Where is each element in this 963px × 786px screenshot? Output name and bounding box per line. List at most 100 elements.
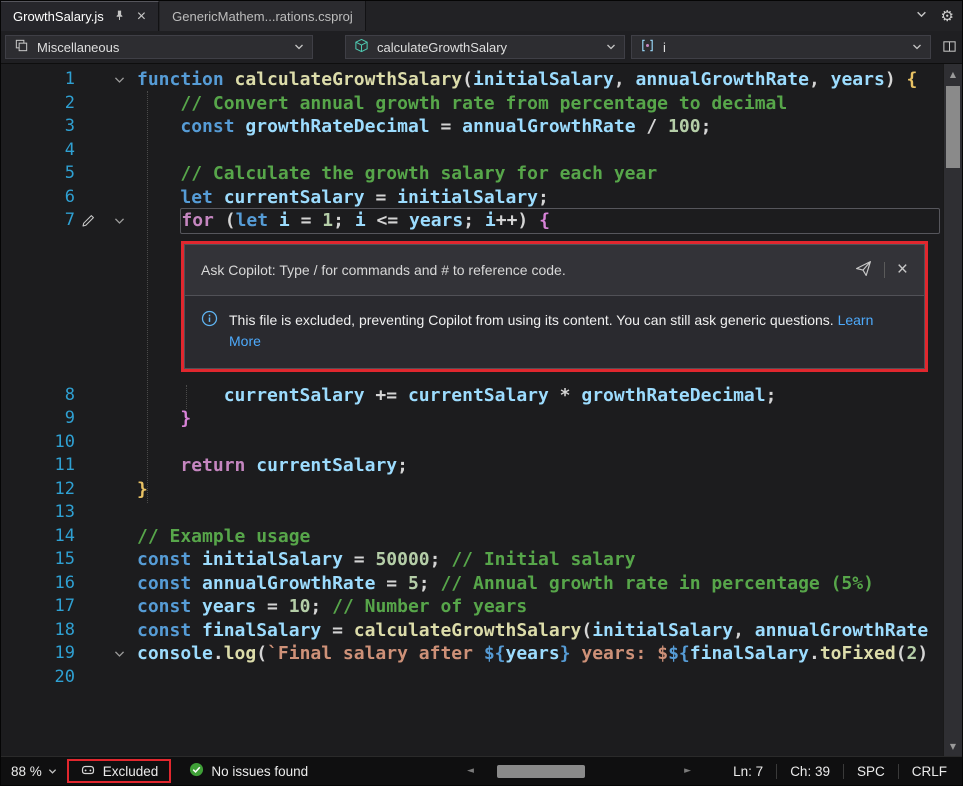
chevron-down-icon xyxy=(912,42,922,52)
vertical-scrollbar-thumb[interactable] xyxy=(946,86,960,168)
code-text[interactable]: // Example usage xyxy=(137,525,310,549)
code-line[interactable]: 17 const years = 10; // Number of years xyxy=(1,595,962,619)
document-health-indicator[interactable]: No issues found xyxy=(189,762,308,780)
line-ending-indicator[interactable]: CRLF xyxy=(899,764,960,779)
code-text[interactable]: currentSalary += currentSalary * growthR… xyxy=(137,384,776,408)
copilot-prompt-input[interactable]: Ask Copilot: Type / for commands and # t… xyxy=(185,245,924,295)
code-line[interactable]: 15const initialSalary = 50000; // Initia… xyxy=(1,548,962,572)
code-text[interactable]: const finalSalary = calculateGrowthSalar… xyxy=(137,619,928,643)
split-editor-icon[interactable] xyxy=(942,39,957,54)
code-text[interactable]: let currentSalary = initialSalary; xyxy=(137,186,549,210)
code-line[interactable]: 10 xyxy=(1,431,962,455)
code-token: 50000 xyxy=(375,549,429,570)
code-token: ; xyxy=(333,210,355,231)
code-text[interactable]: // Convert annual growth rate from perce… xyxy=(137,92,787,116)
code-line[interactable]: 14// Example usage xyxy=(1,525,962,549)
horizontal-scrollbar-track[interactable] xyxy=(477,764,681,779)
code-line[interactable]: 19 console.log(`Final salary after ${year… xyxy=(1,642,962,666)
code-line[interactable]: 16const annualGrowthRate = 5; // Annual … xyxy=(1,572,962,596)
code-token: // Annual growth rate in percentage (5%) xyxy=(440,573,873,594)
code-editor[interactable]: 1function calculateGrowthSalary(initialS… xyxy=(1,64,962,756)
horizontal-scrollbar-thumb[interactable] xyxy=(497,765,585,778)
code-token: return xyxy=(180,455,245,476)
scroll-left-icon[interactable]: ◄ xyxy=(464,766,477,776)
code-token: ${ xyxy=(668,643,690,664)
code-line[interactable]: 5 // Calculate the growth salary for eac… xyxy=(1,162,962,186)
type-dropdown[interactable]: calculateGrowthSalary xyxy=(345,35,625,59)
code-text[interactable]: const years = 10; // Number of years xyxy=(137,595,527,619)
scroll-up-icon[interactable]: ▲ xyxy=(944,66,962,82)
code-line[interactable]: 1function calculateGrowthSalary(initialS… xyxy=(1,68,962,92)
tab-label: GrowthSalary.js xyxy=(13,9,104,24)
copilot-edit-pencil-icon[interactable] xyxy=(75,214,101,228)
code-line[interactable]: 8 currentSalary += currentSalary * growt… xyxy=(1,384,962,408)
code-line[interactable]: 4 xyxy=(1,139,962,163)
code-line[interactable]: 3 const growthRateDecimal = annualGrowth… xyxy=(1,115,962,139)
zoom-chevron-icon[interactable] xyxy=(48,767,57,776)
close-icon[interactable]: × xyxy=(137,9,146,25)
code-text[interactable]: const initialSalary = 50000; // Initial … xyxy=(137,548,636,572)
code-token: ++) xyxy=(496,210,539,231)
code-text[interactable]: function calculateGrowthSalary(initialSa… xyxy=(137,68,917,92)
code-line[interactable]: 20 xyxy=(1,666,962,690)
code-token: 10 xyxy=(289,596,311,617)
code-text[interactable]: return currentSalary; xyxy=(137,454,408,478)
code-token: ; xyxy=(463,210,485,231)
settings-gear-icon[interactable]: ⚙ xyxy=(941,9,954,24)
copilot-status-excluded[interactable]: Excluded xyxy=(67,759,172,783)
line-indicator[interactable]: Ln: 7 xyxy=(720,764,776,779)
pin-icon[interactable] xyxy=(113,9,126,25)
code-token: calculateGrowthSalary xyxy=(354,620,582,641)
chevron-down-icon xyxy=(606,42,616,52)
vertical-scrollbar[interactable]: ▲ ▼ xyxy=(943,64,962,756)
scroll-right-icon[interactable]: ► xyxy=(681,766,694,776)
code-token: calculateGrowthSalary xyxy=(235,69,463,90)
code-line[interactable]: 12} xyxy=(1,478,962,502)
fold-chevron-icon[interactable] xyxy=(101,214,137,227)
code-token: 2 xyxy=(907,643,918,664)
code-line[interactable]: 2 // Convert annual growth rate from per… xyxy=(1,92,962,116)
tab-csproj[interactable]: GenericMathem...rations.csproj xyxy=(160,1,366,31)
line-number: 19 xyxy=(1,642,75,666)
code-token: , xyxy=(809,69,831,90)
code-token: . xyxy=(213,643,224,664)
project-dropdown-value: Miscellaneous xyxy=(37,40,119,55)
code-line[interactable]: 11 return currentSalary; xyxy=(1,454,962,478)
tab-list-chevron-icon[interactable] xyxy=(916,7,927,25)
code-line[interactable]: 18const finalSalary = calculateGrowthSal… xyxy=(1,619,962,643)
fold-chevron-icon[interactable] xyxy=(101,73,137,86)
copilot-inline-chat: Ask Copilot: Type / for commands and # t… xyxy=(184,244,925,369)
code-token xyxy=(191,596,202,617)
code-token: 100 xyxy=(668,116,701,137)
member-dropdown[interactable]: i xyxy=(631,35,931,59)
zoom-level[interactable]: 88 % xyxy=(1,764,48,779)
column-indicator[interactable]: Ch: 39 xyxy=(777,764,843,779)
code-text[interactable]: } xyxy=(137,478,148,502)
project-dropdown[interactable]: Miscellaneous xyxy=(5,35,313,59)
code-line[interactable]: 9 } xyxy=(1,407,962,431)
code-text[interactable]: const growthRateDecimal = annualGrowthRa… xyxy=(137,115,711,139)
code-text[interactable]: console.log(`Final salary after ${years}… xyxy=(137,642,928,666)
code-line[interactable]: 6 let currentSalary = initialSalary; xyxy=(1,186,962,210)
code-text[interactable]: for (let i = 1; i <= years; i++) { xyxy=(137,208,940,234)
fold-chevron-icon[interactable] xyxy=(101,647,137,660)
copilot-prompt-placeholder: Ask Copilot: Type / for commands and # t… xyxy=(201,262,566,278)
tab-growthsalary[interactable]: GrowthSalary.js × xyxy=(1,1,159,31)
code-token: . xyxy=(809,643,820,664)
close-icon[interactable]: × xyxy=(897,260,908,279)
code-text[interactable]: } xyxy=(137,407,191,431)
whitespace-indicator[interactable]: SPC xyxy=(844,764,898,779)
scroll-down-icon[interactable]: ▼ xyxy=(944,738,962,754)
send-icon[interactable] xyxy=(855,260,872,280)
code-text[interactable]: // Calculate the growth salary for each … xyxy=(137,162,657,186)
code-text[interactable]: const annualGrowthRate = 5; // Annual gr… xyxy=(137,572,874,596)
class-cube-icon xyxy=(354,38,369,56)
code-token: years xyxy=(409,210,463,231)
code-token: years xyxy=(202,596,256,617)
line-number: 17 xyxy=(1,595,75,619)
annotation-box-copilot: Ask Copilot: Type / for commands and # t… xyxy=(181,241,928,372)
horizontal-scrollbar[interactable]: ◄ ► xyxy=(464,757,694,785)
code-line[interactable]: 13 xyxy=(1,501,962,525)
code-line[interactable]: 7 for (let i = 1; i <= years; i++) { xyxy=(1,209,962,233)
code-token: i xyxy=(355,210,366,231)
